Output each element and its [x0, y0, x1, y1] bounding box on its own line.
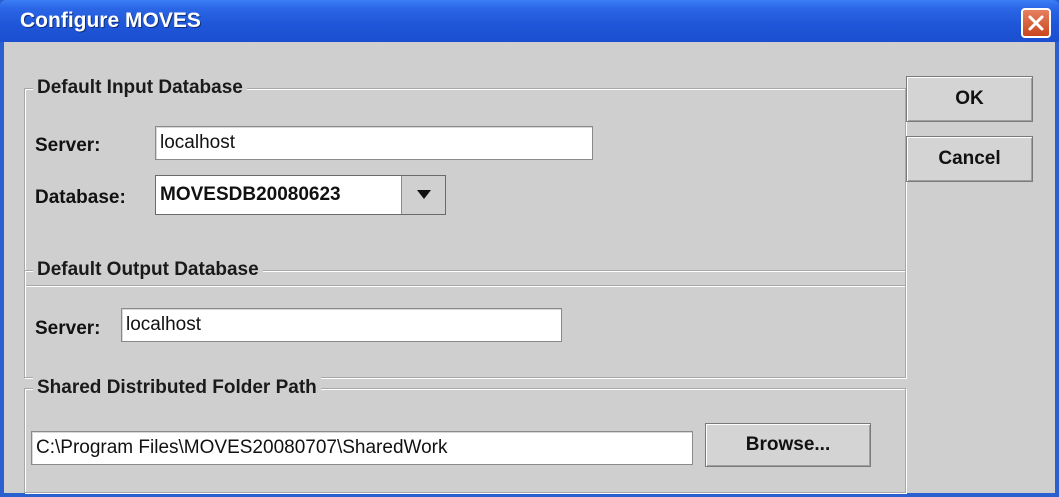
chevron-down-icon — [417, 190, 431, 199]
ok-button[interactable]: OK — [906, 76, 1033, 122]
shared-folder-path-field[interactable]: C:\Program Files\MOVES20080707\SharedWor… — [31, 431, 693, 465]
output-server-field[interactable]: localhost — [121, 308, 562, 342]
shared-folder-group-title: Shared Distributed Folder Path — [33, 377, 321, 399]
input-server-label: Server: — [35, 135, 101, 156]
dialog-content: Default Input Database Server: localhost… — [4, 42, 1055, 493]
input-database-group-title: Default Input Database — [33, 77, 247, 99]
browse-button[interactable]: Browse... — [705, 423, 871, 467]
output-database-group: Default Output Database Server: localhos… — [24, 259, 906, 378]
output-database-group-title: Default Output Database — [33, 259, 263, 281]
database-select[interactable]: MOVESDB20080623 — [155, 175, 446, 215]
database-select-value: MOVESDB20080623 — [160, 184, 341, 205]
database-label: Database: — [35, 187, 126, 208]
input-database-group: Default Input Database Server: localhost… — [24, 77, 906, 286]
database-dropdown-button[interactable] — [401, 176, 445, 214]
shared-folder-group: Shared Distributed Folder Path C:\Progra… — [24, 377, 906, 493]
input-server-field[interactable]: localhost — [155, 126, 593, 160]
close-button[interactable] — [1021, 8, 1051, 38]
configure-moves-dialog: Configure MOVES Default Input Database S… — [0, 0, 1059, 497]
cancel-button[interactable]: Cancel — [906, 136, 1033, 182]
close-icon — [1028, 15, 1044, 31]
window-title: Configure MOVES — [20, 9, 201, 32]
output-server-label: Server: — [35, 318, 101, 339]
title-bar[interactable]: Configure MOVES — [0, 0, 1059, 42]
